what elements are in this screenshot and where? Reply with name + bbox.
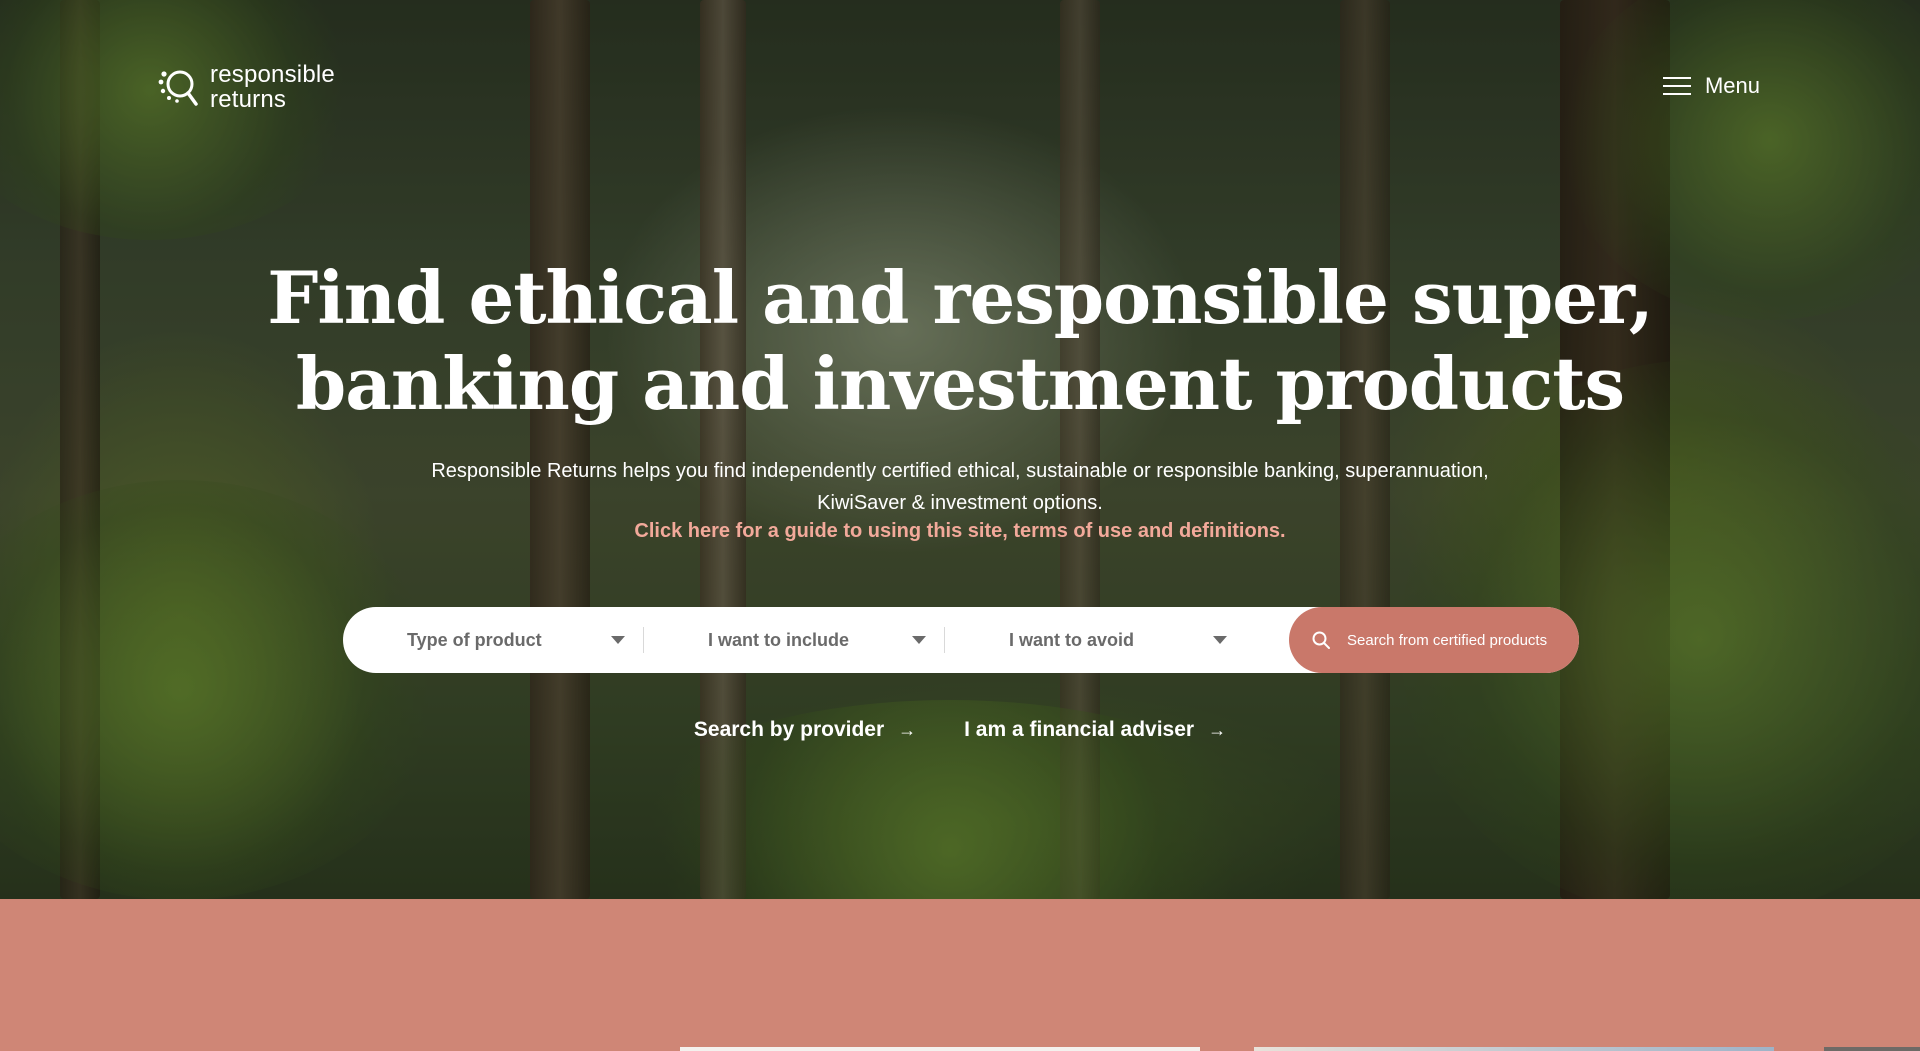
avoid-placeholder: I want to avoid: [1009, 629, 1135, 650]
financial-adviser-link[interactable]: I am a financial adviser →: [964, 718, 1226, 742]
brand-logo[interactable]: responsible returns: [158, 62, 335, 112]
card-top-edge: [1824, 1047, 1920, 1051]
arrow-right-icon: →: [1208, 719, 1227, 740]
search-by-provider-label: Search by provider: [693, 718, 885, 741]
include-select[interactable]: I want to include: [644, 607, 944, 673]
brand-name-line2: returns: [210, 86, 287, 113]
financial-adviser-label: I am a financial adviser: [964, 718, 1195, 741]
page-title-line1: Find ethical and responsible super,: [267, 255, 1654, 340]
search-by-provider-link[interactable]: Search by provider →: [694, 718, 916, 742]
guide-link[interactable]: Click here for a guide to using this sit…: [0, 520, 1920, 543]
chevron-down-icon: [912, 636, 926, 644]
page-title: Find ethical and responsible super, bank…: [0, 255, 1920, 427]
search-icon: [1312, 631, 1330, 649]
hero-overlay: [0, 0, 1920, 899]
avoid-select[interactable]: I want to avoid: [945, 607, 1245, 673]
secondary-links: Search by provider → I am a financial ad…: [0, 718, 1920, 742]
chevron-down-icon: [1213, 636, 1227, 644]
product-search-bar: Type of product I want to include I want…: [343, 607, 1579, 673]
menu-label: Menu: [1704, 73, 1760, 98]
search-button[interactable]: Search from certified products: [1289, 607, 1579, 673]
include-placeholder: I want to include: [708, 629, 850, 650]
menu-button[interactable]: Menu: [1662, 73, 1760, 99]
brand-name-line1: responsible: [210, 61, 335, 88]
brand-name: responsible returns: [210, 62, 335, 112]
hero-description-line2: KiwiSaver & investment options.: [817, 492, 1103, 514]
card-top-edge: [1254, 1047, 1774, 1051]
hero-section: responsible returns Menu Find ethical an…: [0, 0, 1920, 899]
page-title-line2: banking and investment products: [295, 341, 1625, 426]
content-section: [0, 899, 1920, 1051]
hero-description-line1: Responsible Returns helps you find indep…: [431, 460, 1489, 482]
search-button-label: Search from certified products: [1347, 631, 1548, 649]
product-type-select[interactable]: Type of product: [343, 607, 643, 673]
search-dots-icon: [158, 70, 198, 106]
hamburger-icon: [1662, 77, 1691, 95]
hero-description: Responsible Returns helps you find indep…: [380, 455, 1540, 519]
chevron-down-icon: [611, 636, 625, 644]
card-top-edge: [680, 1047, 1200, 1051]
arrow-right-icon: →: [898, 719, 917, 740]
product-type-placeholder: Type of product: [407, 629, 542, 650]
